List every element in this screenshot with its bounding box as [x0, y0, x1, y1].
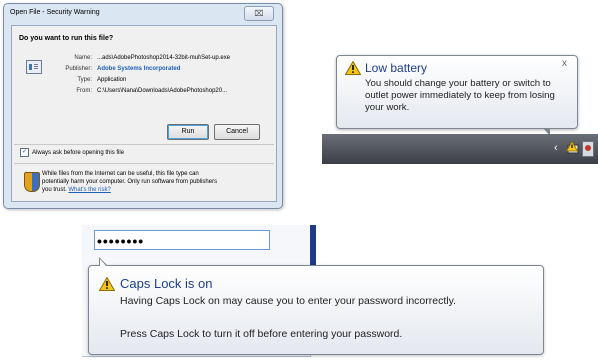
message-line: outlet power immediately to keep from lo…: [365, 90, 555, 101]
tooltip-title: Caps Lock is on: [120, 276, 213, 291]
cancel-button[interactable]: Cancel: [214, 124, 260, 140]
dialog-body: Do you want to run this file? Name: ...ad…: [11, 25, 277, 202]
dialog-title: Open File - Security Warning: [10, 9, 100, 16]
notification-message: You should change your battery or switch…: [365, 78, 577, 114]
name-label: Name:: [74, 55, 92, 61]
panel-edge: [310, 225, 316, 269]
type-field: Type: Application: [52, 75, 126, 86]
info-line: potentially harm your computer. Only run…: [42, 179, 218, 185]
tooltip-message: Press Caps Lock to turn it off before en…: [120, 328, 403, 340]
security-warning-dialog: Open File - Security Warning ⌧ Do you wa…: [3, 3, 283, 209]
network-tray-icon[interactable]: [582, 141, 594, 157]
message-line: You should change your battery or switch…: [365, 78, 551, 89]
warning-icon: [99, 277, 115, 291]
close-icon[interactable]: x: [562, 58, 567, 69]
info-line-prefix: you trust.: [42, 187, 69, 193]
dialog-question: Do you want to run this file?: [19, 35, 114, 42]
from-value: C:\Users\Nana\Downloads\AdobePhotoshop20…: [97, 88, 228, 94]
always-ask-checkbox[interactable]: ✓: [20, 147, 29, 157]
type-value: Application: [97, 77, 127, 83]
tooltip-message: Having Caps Lock on may cause you to ent…: [120, 295, 456, 307]
caps-lock-tooltip: Caps Lock is on Having Caps Lock on may …: [88, 257, 544, 355]
whats-the-risk-link[interactable]: What's the risk?: [68, 187, 111, 193]
publisher-link[interactable]: Adobe Systems Incorporated: [92, 66, 180, 72]
shield-icon: [24, 172, 40, 192]
from-label: From:: [76, 88, 92, 94]
always-ask-label: Always ask before opening this file: [32, 150, 125, 156]
divider: [14, 163, 274, 164]
publisher-label: Publisher:: [65, 66, 92, 72]
name-value: ...ads\AdobePhotoshop2014-32bit-mul\Set-…: [97, 55, 231, 61]
from-field: From: C:\Users\Nana\Downloads\AdobePhotos…: [52, 86, 227, 97]
tooltip-tail-fill: [100, 259, 107, 267]
warning-icon: [345, 61, 361, 75]
notification-title: Low battery: [365, 61, 428, 75]
application-file-icon: [26, 60, 42, 74]
message-line: your work.: [365, 102, 410, 113]
taskbar: ‹: [322, 134, 598, 164]
dialog-titlebar[interactable]: Open File - Security Warning ⌧: [4, 4, 282, 24]
show-hidden-icons-chevron-icon[interactable]: ‹: [554, 142, 558, 154]
low-battery-notification: Low battery x You should change your bat…: [336, 55, 578, 136]
publisher-field: Publisher: Adobe Systems Incorporated: [52, 64, 180, 75]
type-label: Type:: [77, 77, 92, 83]
battery-warning-tray-icon[interactable]: [566, 141, 580, 155]
password-input[interactable]: ••••••••: [94, 230, 270, 250]
divider: [14, 144, 274, 145]
always-ask-row[interactable]: ✓ Always ask before opening this file: [20, 147, 124, 159]
name-field: Name: ...ads\AdobePhotoshop2014-32bit-mul…: [52, 53, 230, 64]
info-line: While files from the Internet can be use…: [42, 171, 199, 177]
info-line: you trust. What's the risk?: [42, 186, 272, 194]
run-button[interactable]: Run: [167, 124, 209, 140]
dialog-close-button[interactable]: ⌧: [244, 6, 274, 21]
risk-info-text: While files from the Internet can be use…: [42, 170, 272, 194]
